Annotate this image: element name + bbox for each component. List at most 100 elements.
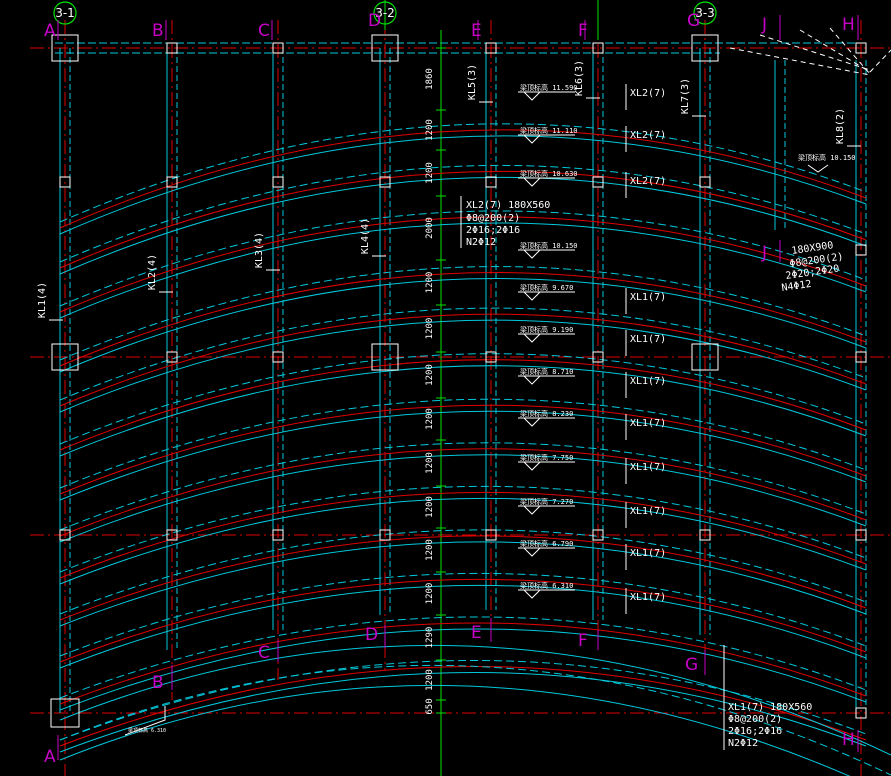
beam-label: KL7(3) [680, 78, 691, 114]
elevation-marker: 梁顶标高 7.270 [518, 497, 575, 515]
svg-text:梁顶标高 6.310: 梁顶标高 6.310 [128, 727, 166, 734]
svg-text:梁顶标高 7.750: 梁顶标高 7.750 [520, 453, 573, 462]
axis-letter-ticks [57, 15, 859, 760]
dimension-value: 1200 [425, 669, 435, 691]
svg-text:XL2(7): XL2(7) [630, 130, 666, 141]
curved-beam-label: XL1(7) [625, 414, 666, 440]
axis-letter: H [842, 730, 855, 750]
curved-beam-label: XL2(7) [625, 172, 666, 198]
note-xl2: XL2(7) 180X560 Φ8@200(2) 2Φ16;2Φ16 N2Φ12 [460, 196, 550, 248]
svg-text:N2Φ12: N2Φ12 [466, 237, 496, 248]
svg-text:梁顶标高 8.230: 梁顶标高 8.230 [520, 409, 573, 418]
svg-text:梁顶标高 9.190: 梁顶标高 9.190 [520, 325, 573, 334]
svg-text:XL1(7): XL1(7) [630, 506, 666, 517]
dimension-value: 1200 [425, 583, 435, 605]
svg-text:3-1: 3-1 [55, 6, 75, 20]
elevation-marker: 梁顶标高 9.670 [518, 283, 575, 301]
svg-text:XL2(7): XL2(7) [630, 88, 666, 99]
svg-text:梁顶标高 11.590: 梁顶标高 11.590 [520, 83, 578, 92]
dimension-value: 1200 [425, 496, 435, 518]
svg-text:Φ8@200(2): Φ8@200(2) [466, 213, 520, 224]
dimension-value: 1290 [425, 627, 435, 649]
axis-letter: F [578, 21, 588, 41]
dimension-value: 1200 [425, 452, 435, 474]
dimension-value: 1200 [425, 119, 435, 141]
axis-letter: E [471, 21, 482, 41]
curved-beam-label: XL1(7) [625, 330, 666, 356]
svg-text:XL1(7): XL1(7) [630, 376, 666, 387]
svg-text:XL1(7): XL1(7) [630, 548, 666, 559]
dimension-value: 1200 [425, 318, 435, 340]
elevation-marker: 梁顶标高 11.590 [518, 83, 578, 101]
svg-text:XL2(7) 180X560: XL2(7) 180X560 [466, 200, 550, 211]
svg-text:梁顶标高 6.310: 梁顶标高 6.310 [520, 581, 573, 590]
beam-label: KL4(4) [360, 218, 371, 254]
curved-beam-label: XL1(7) [625, 458, 666, 484]
svg-text:梁顶标高 10.150: 梁顶标高 10.150 [798, 153, 856, 162]
svg-text:梁顶标高 10.630: 梁顶标高 10.630 [520, 169, 578, 178]
svg-text:N2Φ12: N2Φ12 [728, 738, 758, 749]
elevation-marker: 梁顶标高 10.150 [518, 241, 578, 259]
grid-lines [30, 20, 891, 776]
dimension-value: 1200 [425, 364, 435, 386]
axis-letter-j-mid: J [761, 243, 767, 263]
dimension-value: 1860 [425, 68, 435, 90]
svg-text:梁顶标高 6.790: 梁顶标高 6.790 [520, 539, 573, 548]
curved-beam-label: XL1(7) [625, 502, 666, 528]
note-xl1: XL1(7) 180X560 Φ8@200(2) 2Φ16;2Φ16 N2Φ12 [723, 645, 812, 750]
beam-label: KL1(4) [37, 282, 48, 318]
elevation-marker: 梁顶标高 6.310 [518, 581, 575, 599]
svg-text:XL1(7): XL1(7) [630, 462, 666, 473]
structural-beam-plan: 3-1 3-2 3-3 A B C D E F G J H A B C D E … [30, 0, 891, 776]
elevation-marker: 梁顶标高 10.630 [518, 169, 578, 187]
vertical-beams [55, 42, 867, 713]
svg-text:XL1(7): XL1(7) [630, 292, 666, 303]
dimension-value: 2000 [425, 217, 435, 239]
dimension-value: 650 [425, 698, 435, 714]
beam-label: KL8(2) [835, 108, 846, 144]
beam-label: KL5(3) [467, 64, 478, 100]
elevation-marker: 梁顶标高 6.790 [518, 539, 575, 557]
svg-text:梁顶标高 7.270: 梁顶标高 7.270 [520, 497, 573, 506]
svg-text:梁顶标高 9.670: 梁顶标高 9.670 [520, 283, 573, 292]
hatch-top-right [729, 27, 891, 76]
dimension-value: 1200 [425, 272, 435, 294]
vertical-beam-labels: KL1(4)KL2(4)KL3(4) KL4(4)KL5(3) KL6(3) KL7(… [37, 60, 861, 321]
axis-letter: A [44, 21, 56, 41]
axis-letter: G [687, 11, 700, 31]
svg-text:梁顶标高 11.110: 梁顶标高 11.110 [520, 126, 578, 135]
svg-text:XL1(7) 180X560: XL1(7) 180X560 [728, 702, 812, 713]
curved-beam-label: XL1(7) [625, 588, 666, 614]
axis-letter: C [258, 21, 270, 41]
axis-letter: D [368, 11, 381, 31]
elevation-markers: 梁顶标高 11.590 梁顶标高 11.110 梁顶标高 10.630 梁顶标高 10… [518, 83, 578, 599]
dimension-value: 1200 [425, 539, 435, 561]
axis-letter: E [471, 623, 482, 643]
elevation-marker: 梁顶标高 7.750 [518, 453, 575, 471]
svg-text:2Φ16;2Φ16: 2Φ16;2Φ16 [466, 225, 520, 236]
dimension-chain: 1860 1200 1200 2000 1200 1200 1200 1200 1200 1200… [425, 47, 446, 715]
svg-text:XL1(7): XL1(7) [630, 592, 666, 603]
dimension-value: 1200 [425, 162, 435, 184]
axis-letter: F [578, 631, 588, 651]
svg-text:XL1(7): XL1(7) [630, 334, 666, 345]
elevation-marker: 梁顶标高 8.710 [518, 367, 575, 385]
axis-letter: D [365, 625, 378, 645]
beam-label: KL3(4) [254, 232, 265, 268]
svg-text:梁顶标高 10.150: 梁顶标高 10.150 [520, 241, 578, 250]
axis-letter: J [761, 15, 767, 35]
elevation-marker: 梁顶标高 8.230 [518, 409, 575, 427]
svg-text:梁顶标高 8.710: 梁顶标高 8.710 [520, 367, 573, 376]
curved-beam-label: XL1(7) [625, 372, 666, 398]
axis-letter: A [44, 747, 56, 767]
curved-beam-label: XL2(7) [625, 84, 666, 110]
svg-text:2Φ16;2Φ16: 2Φ16;2Φ16 [728, 726, 782, 737]
svg-text:XL2(7): XL2(7) [630, 176, 666, 187]
curved-beam-label: XL1(7) [625, 544, 666, 570]
svg-text:Φ8@200(2): Φ8@200(2) [728, 714, 782, 725]
beam-label: KL2(4) [147, 254, 158, 290]
elevation-marker: 梁顶标高 11.110 [518, 126, 578, 144]
axis-letter: C [258, 643, 270, 663]
axis-letter: B [152, 21, 164, 41]
elevation-marker: 梁顶标高 9.190 [518, 325, 575, 343]
